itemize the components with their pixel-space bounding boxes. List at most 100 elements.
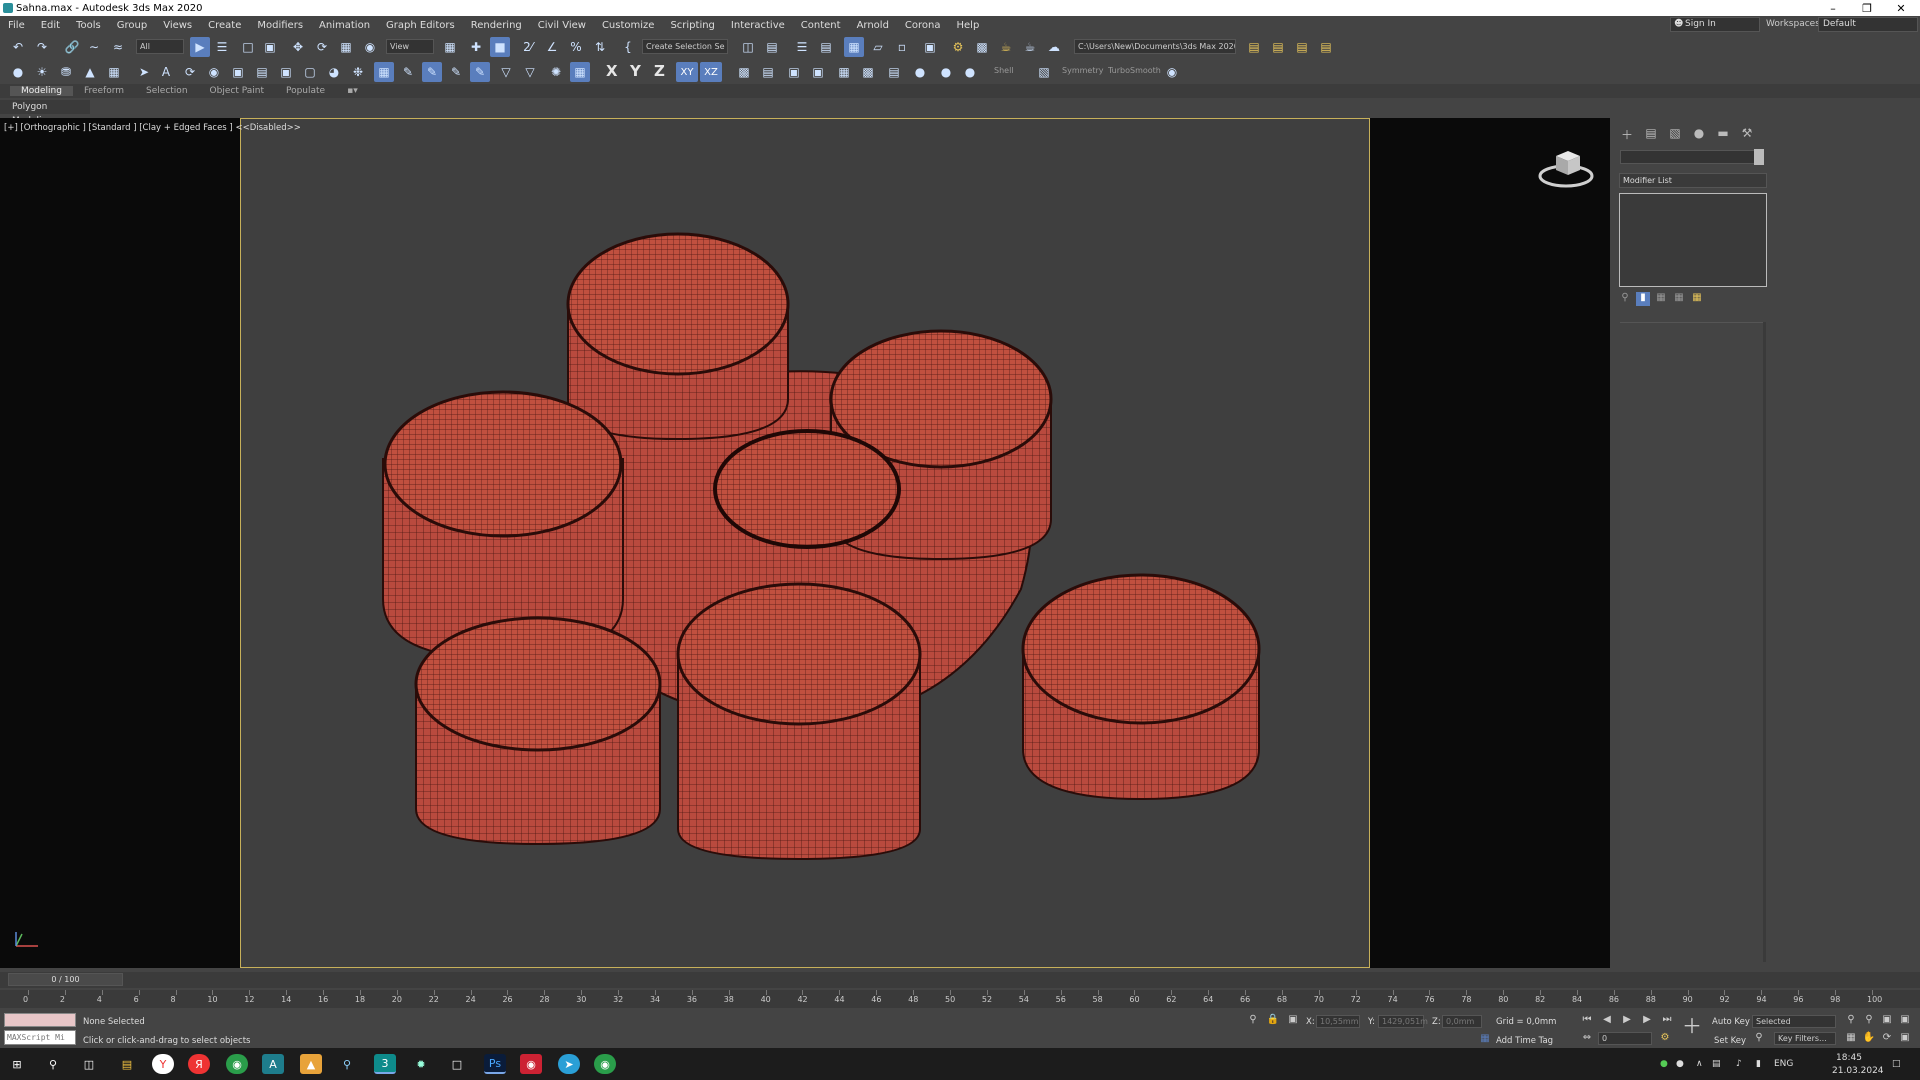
recorder-icon[interactable]: ◉ (520, 1054, 542, 1074)
time-tag-icon[interactable]: ▦ (1476, 1031, 1494, 1047)
window-crossing-icon[interactable]: ▣ (260, 37, 280, 57)
plane-icon[interactable]: ▦ (834, 62, 854, 82)
project-open-icon[interactable]: ▤ (1268, 37, 1288, 57)
menu-create[interactable]: Create (200, 20, 249, 31)
car-icon[interactable]: ⛃ (56, 62, 76, 82)
bind-space-warp-icon[interactable]: ≈ (108, 37, 128, 57)
menu-civil-view[interactable]: Civil View (530, 20, 594, 31)
perspective-viewport[interactable] (240, 118, 1370, 968)
pan-icon[interactable]: ✋ (1860, 1030, 1878, 1046)
sign-in-button[interactable]: ☻ Sign In (1670, 17, 1760, 32)
viewcube-icon[interactable] (1538, 142, 1594, 192)
layer-explorer-icon[interactable]: ▤ (816, 37, 836, 57)
keyboard-shortcut-icon[interactable]: ■ (490, 37, 510, 57)
display-tab-icon[interactable]: ▬ (1714, 126, 1732, 144)
selection-filter-dropdown[interactable]: All (136, 39, 184, 54)
clock-date[interactable]: 21.03.2024 (1832, 1066, 1884, 1076)
project-path-dropdown[interactable]: C:\Users\New\Documents\3ds Max 2020 (1074, 39, 1236, 54)
brush-icon[interactable]: ✎ (470, 62, 490, 82)
go-to-start-icon[interactable]: ⏮ (1578, 1012, 1596, 1028)
menu-content[interactable]: Content (793, 20, 849, 31)
panel-scrollbar[interactable] (1763, 322, 1766, 962)
polygon-modeling-panel[interactable]: Polygon Modeling (0, 100, 90, 126)
clone-icon[interactable]: ▣ (784, 62, 804, 82)
workspace-dropdown[interactable]: Default (1818, 17, 1918, 32)
yandex-browser-icon[interactable]: Y (152, 1054, 174, 1074)
axis-xz-button[interactable]: XZ (700, 62, 722, 82)
key-mode-dropdown[interactable]: Selected (1752, 1015, 1836, 1028)
modifier-list-dropdown[interactable]: Modifier List (1619, 173, 1767, 188)
menu-animation[interactable]: Animation (311, 20, 378, 31)
tab-object-paint[interactable]: Object Paint (199, 86, 275, 96)
bulb-icon[interactable]: ❉ (348, 62, 368, 82)
turbosmooth-icon[interactable]: ◉ (1162, 62, 1182, 82)
utilities-tab-icon[interactable]: ⚒ (1738, 126, 1756, 144)
sun-icon[interactable]: ☀ (32, 62, 52, 82)
scene-explorer-icon[interactable]: ☰ (792, 37, 812, 57)
close-button[interactable]: ✕ (1884, 0, 1918, 16)
y-coordinate-field[interactable]: 1429,051m (1378, 1015, 1428, 1028)
spinner-snap-icon[interactable]: ⇅ (590, 37, 610, 57)
menu-edit[interactable]: Edit (33, 20, 68, 31)
key-filters-button[interactable]: Key Filters... (1774, 1032, 1836, 1045)
snap-toggle-icon[interactable]: 2⁄ (518, 37, 538, 57)
isolate-icon[interactable]: ⚲ (1244, 1012, 1262, 1028)
project-save-icon[interactable]: ▤ (1292, 37, 1312, 57)
axis-y-button[interactable]: Y (630, 62, 641, 80)
time-config-icon[interactable]: ⚙ (1656, 1030, 1674, 1046)
shell-button[interactable]: Shell (994, 66, 1014, 75)
render-iterative-icon[interactable]: ☕ (1020, 37, 1040, 57)
select-object-icon[interactable]: ▶ (190, 37, 210, 57)
tray-chevron-icon[interactable]: ∧ (1696, 1059, 1703, 1069)
schematic-view-icon[interactable]: ▫ (892, 37, 912, 57)
menu-modifiers[interactable]: Modifiers (249, 20, 311, 31)
add-time-tag[interactable]: Add Time Tag (1496, 1036, 1553, 1046)
snap-3d-icon[interactable]: ▦ (374, 62, 394, 82)
camera-icon[interactable]: ▣ (276, 62, 296, 82)
sculpt-icon[interactable]: ▽ (520, 62, 540, 82)
create-tab-icon[interactable]: ＋ (1618, 126, 1636, 144)
tray-network-icon[interactable]: ▤ (1712, 1059, 1721, 1069)
select-manipulate-icon[interactable]: ✚ (466, 37, 486, 57)
undo-icon[interactable]: ↶ (8, 37, 28, 57)
symmetry-icon[interactable]: ▧ (1034, 62, 1054, 82)
light-icon[interactable]: ● (910, 62, 930, 82)
layout-icon[interactable]: ▤ (252, 62, 272, 82)
eye-icon[interactable]: ◕ (324, 62, 344, 82)
3ds-max-taskbar-icon[interactable]: 3 (374, 1054, 396, 1074)
angle-snap-icon[interactable]: ∠ (542, 37, 562, 57)
show-end-result-icon[interactable]: ▮ (1636, 292, 1650, 306)
modifier-stack[interactable] (1619, 193, 1767, 287)
move-icon[interactable]: ✥ (288, 37, 308, 57)
menu-views[interactable]: Views (155, 20, 200, 31)
vertex-snap-icon[interactable]: ✎ (422, 62, 442, 82)
select-by-name-icon[interactable]: ☰ (212, 37, 232, 57)
file-explorer-icon[interactable]: ▤ (116, 1054, 138, 1074)
tray-volume-icon[interactable]: ♪ (1736, 1059, 1742, 1069)
menu-file[interactable]: File (0, 20, 33, 31)
tab-freeform[interactable]: Freeform (73, 86, 135, 96)
frame-icon[interactable]: ▣ (228, 62, 248, 82)
box-icon[interactable]: ▢ (300, 62, 320, 82)
x-coordinate-field[interactable]: 10,55mm (1316, 1015, 1360, 1028)
autocad-icon[interactable]: A (262, 1054, 284, 1074)
axis-x-button[interactable]: X (606, 62, 618, 80)
make-unique-icon[interactable]: ▦ (1654, 292, 1668, 306)
tab-modeling[interactable]: Modeling (10, 86, 73, 96)
rectangular-selection-icon[interactable]: □ (238, 37, 258, 57)
current-frame-field[interactable]: 0 (1598, 1032, 1652, 1045)
axis-z-button[interactable]: Z (654, 62, 665, 80)
menu-rendering[interactable]: Rendering (463, 20, 530, 31)
edit-named-selection-icon[interactable]: { (618, 37, 638, 57)
render-production-icon[interactable]: ☕ (996, 37, 1016, 57)
previous-frame-icon[interactable]: ◀ (1598, 1012, 1616, 1028)
modify-tab-icon[interactable]: ▤ (1642, 126, 1660, 144)
paint-icon[interactable]: ✎ (446, 62, 466, 82)
snapshot-icon[interactable]: ▣ (808, 62, 828, 82)
windows-start-icon[interactable]: ⊞ (6, 1054, 28, 1074)
render-in-cloud-icon[interactable]: ☁ (1044, 37, 1064, 57)
time-slider[interactable]: 0 / 100 (8, 973, 123, 986)
z-coordinate-field[interactable]: 0,0mm (1442, 1015, 1482, 1028)
remove-modifier-icon[interactable]: ▦ (1672, 292, 1686, 306)
tray-app-icon[interactable]: ● (1676, 1059, 1684, 1069)
